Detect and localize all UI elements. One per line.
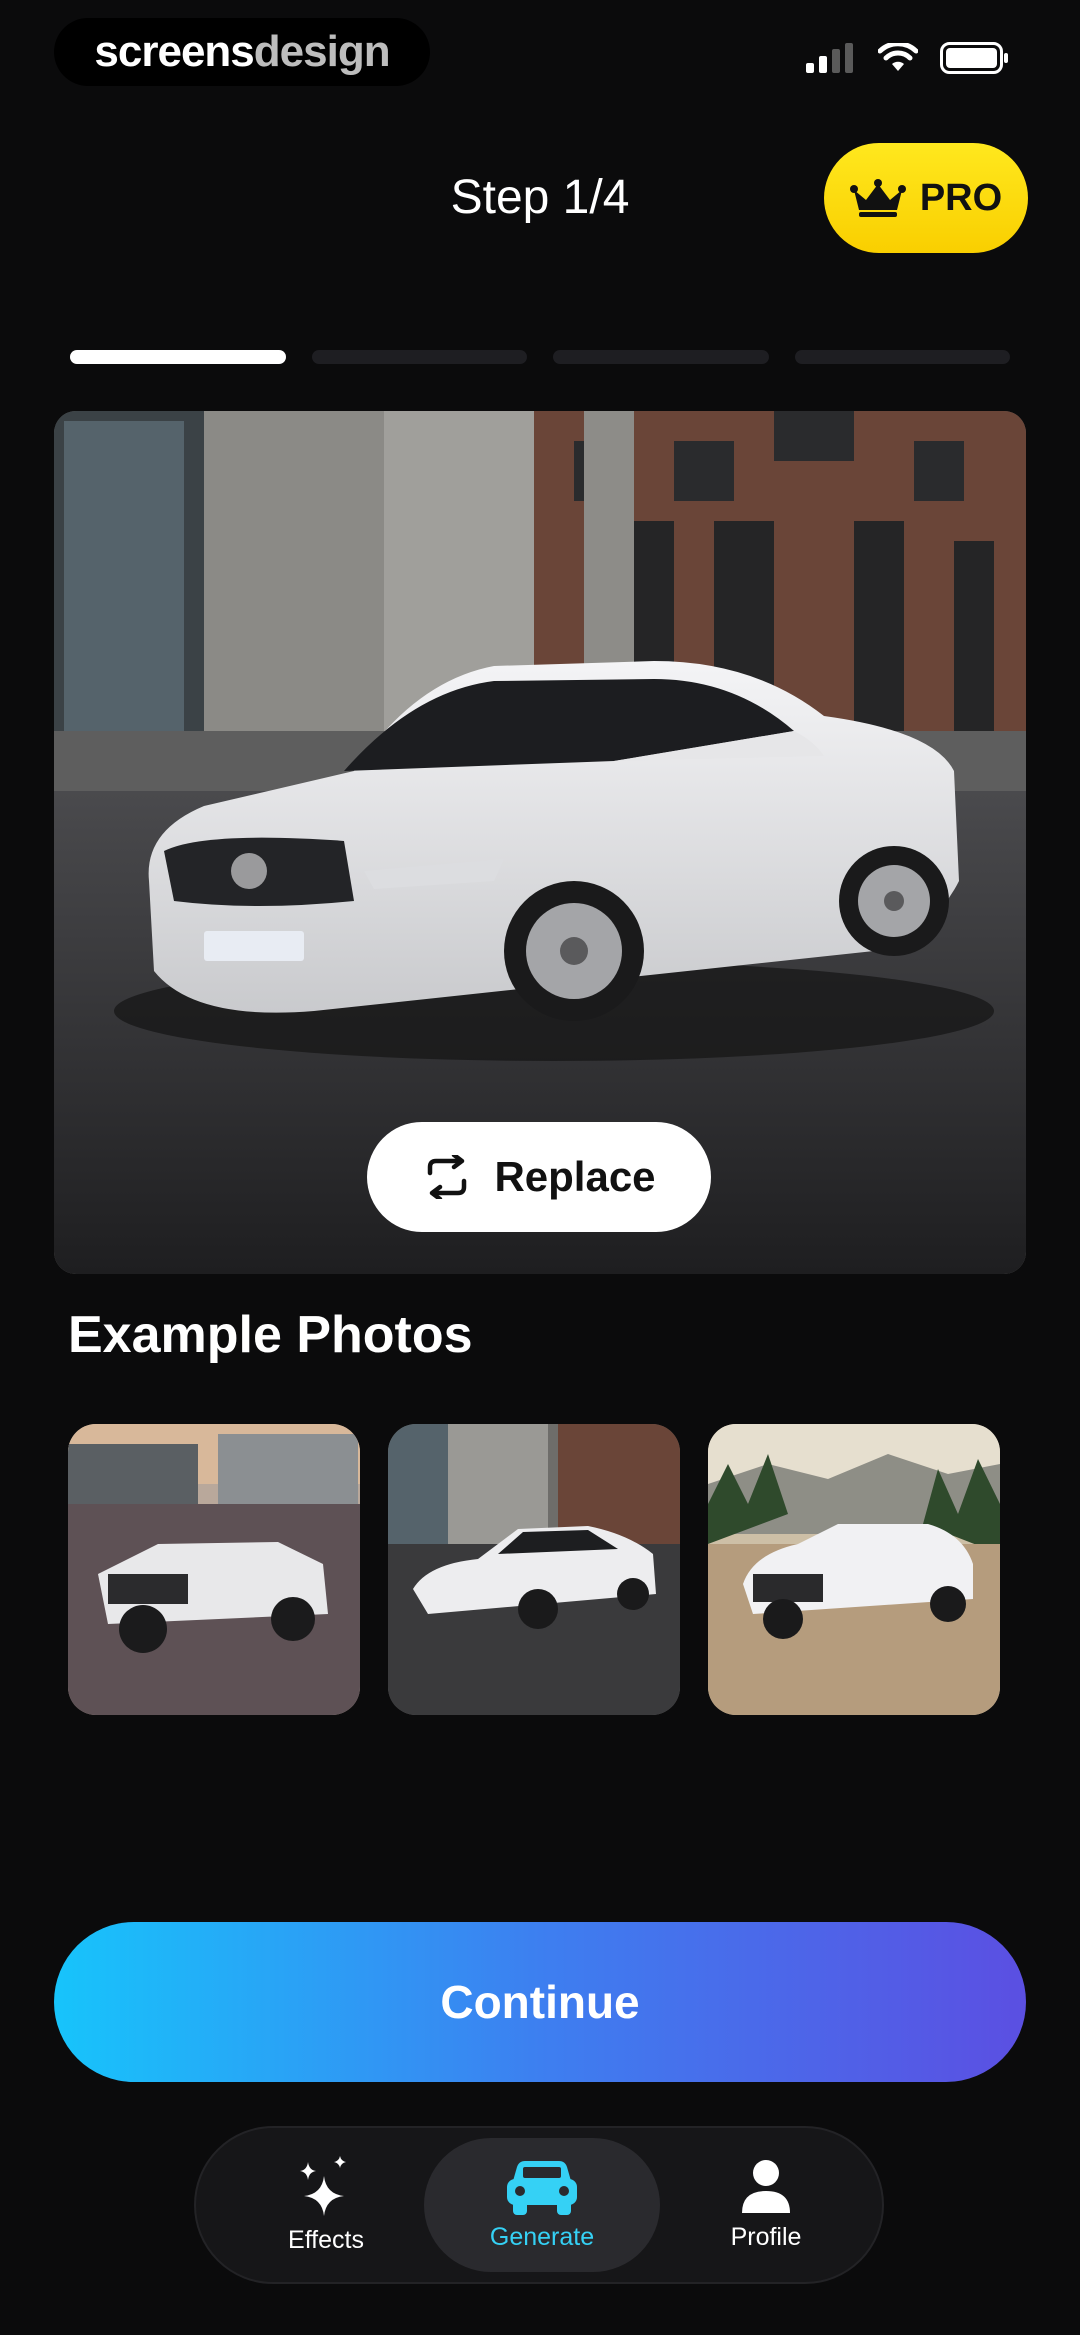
sparkles-icon <box>300 2155 346 2216</box>
progress-segment-3 <box>553 350 769 364</box>
cellular-signal-icon <box>806 43 853 73</box>
nav-label-effects: Effects <box>288 2225 364 2254</box>
nav-item-effects[interactable]: Effects <box>256 2128 396 2282</box>
replace-button[interactable]: Replace <box>367 1122 711 1232</box>
progress-segment-2 <box>311 350 527 364</box>
pro-label: PRO <box>919 176 1003 219</box>
nav-label-generate: Generate <box>489 2222 595 2251</box>
wifi-icon <box>878 43 918 71</box>
status-icons <box>806 42 1010 74</box>
continue-button[interactable]: Continue <box>54 1922 1026 2082</box>
crown-icon <box>849 179 906 217</box>
car-icon <box>507 2160 577 2215</box>
progress-segment-4 <box>794 350 1010 364</box>
step-progress <box>70 350 1010 366</box>
progress-segment-1 <box>70 350 286 364</box>
example-photos-title: Example Photos <box>68 1306 473 1364</box>
example-photos-list <box>68 1424 1000 1715</box>
replace-arrows-icon <box>428 1155 467 1199</box>
bottom-nav: Effects Generate Profile <box>194 2126 884 2284</box>
brand-logo-part2: design <box>253 27 391 76</box>
brand-logo: screens design <box>54 18 430 86</box>
nav-item-profile[interactable]: Profile <box>696 2128 836 2282</box>
person-icon <box>742 2159 790 2213</box>
battery-icon <box>940 42 1008 74</box>
nav-item-generate[interactable]: Generate <box>424 2138 660 2272</box>
example-photo-suv[interactable] <box>708 1424 1000 1715</box>
example-photo-pickup-truck[interactable] <box>68 1424 360 1715</box>
nav-label-profile: Profile <box>730 2222 802 2251</box>
brand-logo-part1: screens <box>94 27 254 76</box>
pro-button[interactable]: PRO <box>824 143 1028 253</box>
example-photo-sedan[interactable] <box>388 1424 680 1715</box>
replace-label: Replace <box>494 1153 656 1200</box>
